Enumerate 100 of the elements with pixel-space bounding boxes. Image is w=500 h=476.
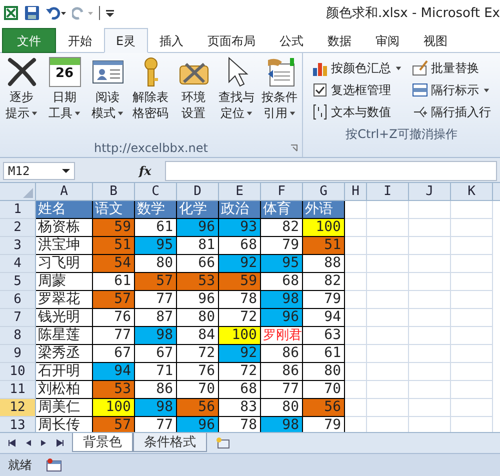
ribbon-button[interactable]: 隔行标示 <box>410 79 493 101</box>
column-header[interactable]: A <box>36 183 93 200</box>
table-cell: 96 <box>177 291 219 309</box>
row-header[interactable]: 4 <box>0 255 36 273</box>
table-cell: 98 <box>135 399 177 417</box>
row-header[interactable]: 11 <box>0 381 36 399</box>
name-box[interactable]: M12 <box>3 162 75 180</box>
ribbon-button[interactable]: 逐步 提示 <box>0 55 43 139</box>
table-cell: 80 <box>303 363 345 381</box>
column-header[interactable]: G <box>303 183 345 200</box>
ribbon-tab[interactable]: 公式 <box>268 28 316 53</box>
ribbon-tab[interactable]: 数据 <box>316 28 364 53</box>
empty-cell <box>409 399 451 417</box>
next-sheet-icon[interactable] <box>40 439 48 447</box>
row-header[interactable]: 2 <box>0 219 36 237</box>
striped-rows-icon <box>412 82 428 98</box>
formula-input[interactable] <box>165 161 497 181</box>
table-cell: 96 <box>261 309 303 327</box>
ribbon-button[interactable]: 解除表 格密码 <box>129 55 172 139</box>
ribbon-button[interactable]: 按条件 引用 <box>258 55 301 139</box>
ribbon-button[interactable]: 文本与数值 <box>310 101 404 123</box>
empty-cell <box>409 381 451 399</box>
ribbon-button[interactable]: 阅读 模式 <box>86 55 129 139</box>
ribbon-button[interactable]: 复选框管理 <box>310 79 404 101</box>
table-cell: 80 <box>177 309 219 327</box>
save-icon[interactable] <box>24 5 40 21</box>
column-header[interactable]: I <box>367 183 409 200</box>
ribbon-button[interactable]: 隔行插入行 <box>410 101 493 123</box>
ribbon-tab[interactable]: 页面布局 <box>196 28 268 53</box>
table-cell: 98 <box>135 327 177 345</box>
empty-cell <box>345 345 367 363</box>
row-header[interactable]: 1 <box>0 201 36 219</box>
undo-icon[interactable] <box>45 5 67 21</box>
empty-cell <box>451 255 493 273</box>
row-header[interactable]: 6 <box>0 291 36 309</box>
ribbon-tab[interactable]: 文件 <box>2 28 56 53</box>
column-header[interactable]: K <box>451 183 493 200</box>
empty-cell <box>345 381 367 399</box>
ribbon-tab[interactable]: 插入 <box>148 28 196 53</box>
column-header[interactable]: C <box>135 183 177 200</box>
column-header[interactable]: E <box>219 183 261 200</box>
last-sheet-icon[interactable] <box>56 439 64 447</box>
ribbon-tab[interactable]: 审阅 <box>364 28 412 53</box>
empty-cell <box>409 327 451 345</box>
row-header[interactable]: 7 <box>0 309 36 327</box>
table-cell: 95 <box>261 255 303 273</box>
table-cell: 100 <box>93 399 135 417</box>
table-cell: 86 <box>261 345 303 363</box>
table-cell: 陈星莲 <box>36 327 93 345</box>
ribbon-tab[interactable]: 视图 <box>412 28 460 53</box>
empty-cell <box>409 309 451 327</box>
new-sheet-icon[interactable] <box>215 436 231 450</box>
column-header[interactable]: H <box>345 183 367 200</box>
empty-cell <box>367 273 409 291</box>
first-sheet-icon[interactable] <box>8 439 16 447</box>
row-header[interactable]: 12 <box>0 399 36 417</box>
empty-cell <box>451 219 493 237</box>
row-header[interactable]: 8 <box>0 327 36 345</box>
ribbon-tab[interactable]: E灵 <box>104 28 148 53</box>
sheet-tab[interactable]: 条件格式 <box>133 433 207 452</box>
table-cell: 72 <box>219 363 261 381</box>
empty-cell <box>451 273 493 291</box>
table-cell: 67 <box>135 345 177 363</box>
group-label: 按Ctrl+Z可撤消操作 <box>346 126 458 143</box>
ribbon-button[interactable]: 环境 设置 <box>172 55 215 139</box>
bar-chart-icon <box>312 60 328 76</box>
ribbon-tab[interactable]: 开始 <box>56 28 104 53</box>
column-header[interactable]: B <box>93 183 135 200</box>
row-header[interactable]: 13 <box>0 417 36 432</box>
table-cell: 81 <box>177 237 219 255</box>
sheet-tab[interactable]: 背景色 <box>72 433 133 452</box>
row-header[interactable]: 5 <box>0 273 36 291</box>
table-cell: 周蒙 <box>36 273 93 291</box>
dialog-launcher-icon[interactable] <box>290 144 298 152</box>
table-cell: 96 <box>177 219 219 237</box>
macro-record-icon[interactable] <box>46 458 62 472</box>
row-header[interactable]: 9 <box>0 345 36 363</box>
empty-cell <box>451 363 493 381</box>
table-cell: 100 <box>219 327 261 345</box>
table-cell: 83 <box>219 399 261 417</box>
row-header[interactable]: 3 <box>0 237 36 255</box>
group-label: http://excelbbx.net <box>94 141 208 155</box>
customize-caret-icon[interactable] <box>105 8 115 18</box>
empty-cell <box>451 399 493 417</box>
column-header[interactable]: F <box>261 183 303 200</box>
column-header[interactable]: D <box>177 183 219 200</box>
column-header[interactable]: J <box>409 183 451 200</box>
previous-sheet-icon[interactable] <box>24 439 32 447</box>
row-header[interactable]: 10 <box>0 363 36 381</box>
excel-icon[interactable] <box>3 5 19 21</box>
ribbon-button[interactable]: 按颜色汇总 <box>310 57 404 79</box>
ribbon-button[interactable]: 批量替换 <box>410 57 493 79</box>
empty-cell <box>367 363 409 381</box>
table-cell: 77 <box>261 381 303 399</box>
table-cell: 54 <box>93 255 135 273</box>
table-cell: 梁秀丞 <box>36 345 93 363</box>
empty-cell <box>409 255 451 273</box>
ribbon-button[interactable]: 查找与 定位 <box>215 55 258 139</box>
ribbon-button[interactable]: 26 日期 工具 <box>43 55 86 139</box>
insert-function-button[interactable]: fx <box>79 164 162 178</box>
